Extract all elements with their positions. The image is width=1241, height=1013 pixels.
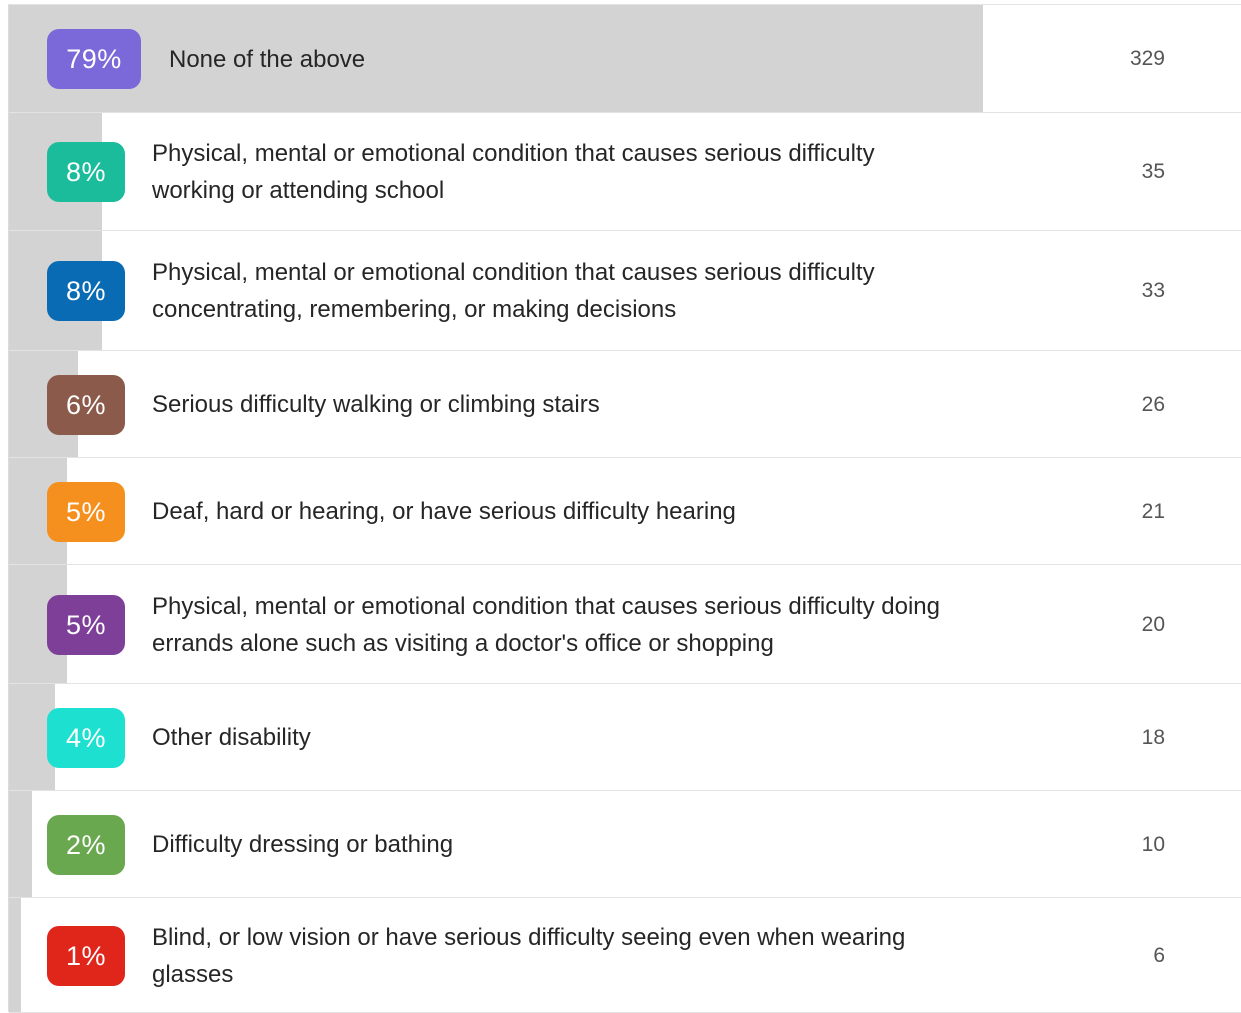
result-bar bbox=[9, 898, 21, 1012]
result-row: 6% Serious difficulty walking or climbing… bbox=[9, 351, 1241, 458]
response-count: 35 bbox=[1141, 160, 1165, 183]
result-bar bbox=[9, 791, 32, 897]
answer-label: Difficulty dressing or bathing bbox=[152, 831, 454, 858]
answer-label: Physical, mental or emotional condition … bbox=[152, 140, 875, 204]
percent-badge: 79% bbox=[47, 29, 141, 89]
answer-label: Blind, or low vision or have serious dif… bbox=[152, 924, 906, 988]
percent-badge: 4% bbox=[47, 708, 125, 768]
percent-badge: 2% bbox=[47, 815, 125, 875]
response-count: 329 bbox=[1129, 47, 1165, 70]
result-row: 8% Physical, mental or emotional conditio… bbox=[9, 113, 1241, 231]
result-row: 1% Blind, or low vision or have serious d… bbox=[9, 898, 1241, 1013]
response-count: 10 bbox=[1141, 833, 1165, 856]
response-count: 20 bbox=[1141, 613, 1165, 636]
percent-badge: 5% bbox=[47, 482, 125, 542]
answer-label: Deaf, hard or hearing, or have serious d… bbox=[152, 498, 736, 525]
result-row: 8% Physical, mental or emotional conditio… bbox=[9, 231, 1241, 351]
answer-label: Physical, mental or emotional condition … bbox=[152, 593, 940, 657]
percent-badge: 8% bbox=[47, 142, 125, 202]
result-row: 2% Difficulty dressing or bathing 10 bbox=[9, 791, 1241, 898]
response-count: 26 bbox=[1141, 393, 1165, 416]
result-row: 4% Other disability 18 bbox=[9, 684, 1241, 791]
percent-badge: 6% bbox=[47, 375, 125, 435]
result-row: 5% Physical, mental or emotional conditio… bbox=[9, 565, 1241, 684]
percent-badge: 5% bbox=[47, 595, 125, 655]
response-count: 6 bbox=[1153, 944, 1165, 967]
results-list: 79% None of the above 329 8% Physical, menta… bbox=[8, 4, 1241, 1013]
result-row: 79% None of the above 329 bbox=[9, 5, 1241, 113]
percent-badge: 1% bbox=[47, 926, 125, 986]
result-row: 5% Deaf, hard or hearing, or have serious… bbox=[9, 458, 1241, 565]
answer-label: Physical, mental or emotional condition … bbox=[152, 259, 875, 323]
answer-label: Serious difficulty walking or climbing s… bbox=[152, 391, 600, 418]
response-count: 33 bbox=[1141, 279, 1165, 302]
percent-badge: 8% bbox=[47, 261, 125, 321]
response-count: 18 bbox=[1141, 726, 1165, 749]
answer-label: None of the above bbox=[169, 46, 366, 73]
response-count: 21 bbox=[1141, 500, 1165, 523]
answer-label: Other disability bbox=[152, 724, 311, 751]
